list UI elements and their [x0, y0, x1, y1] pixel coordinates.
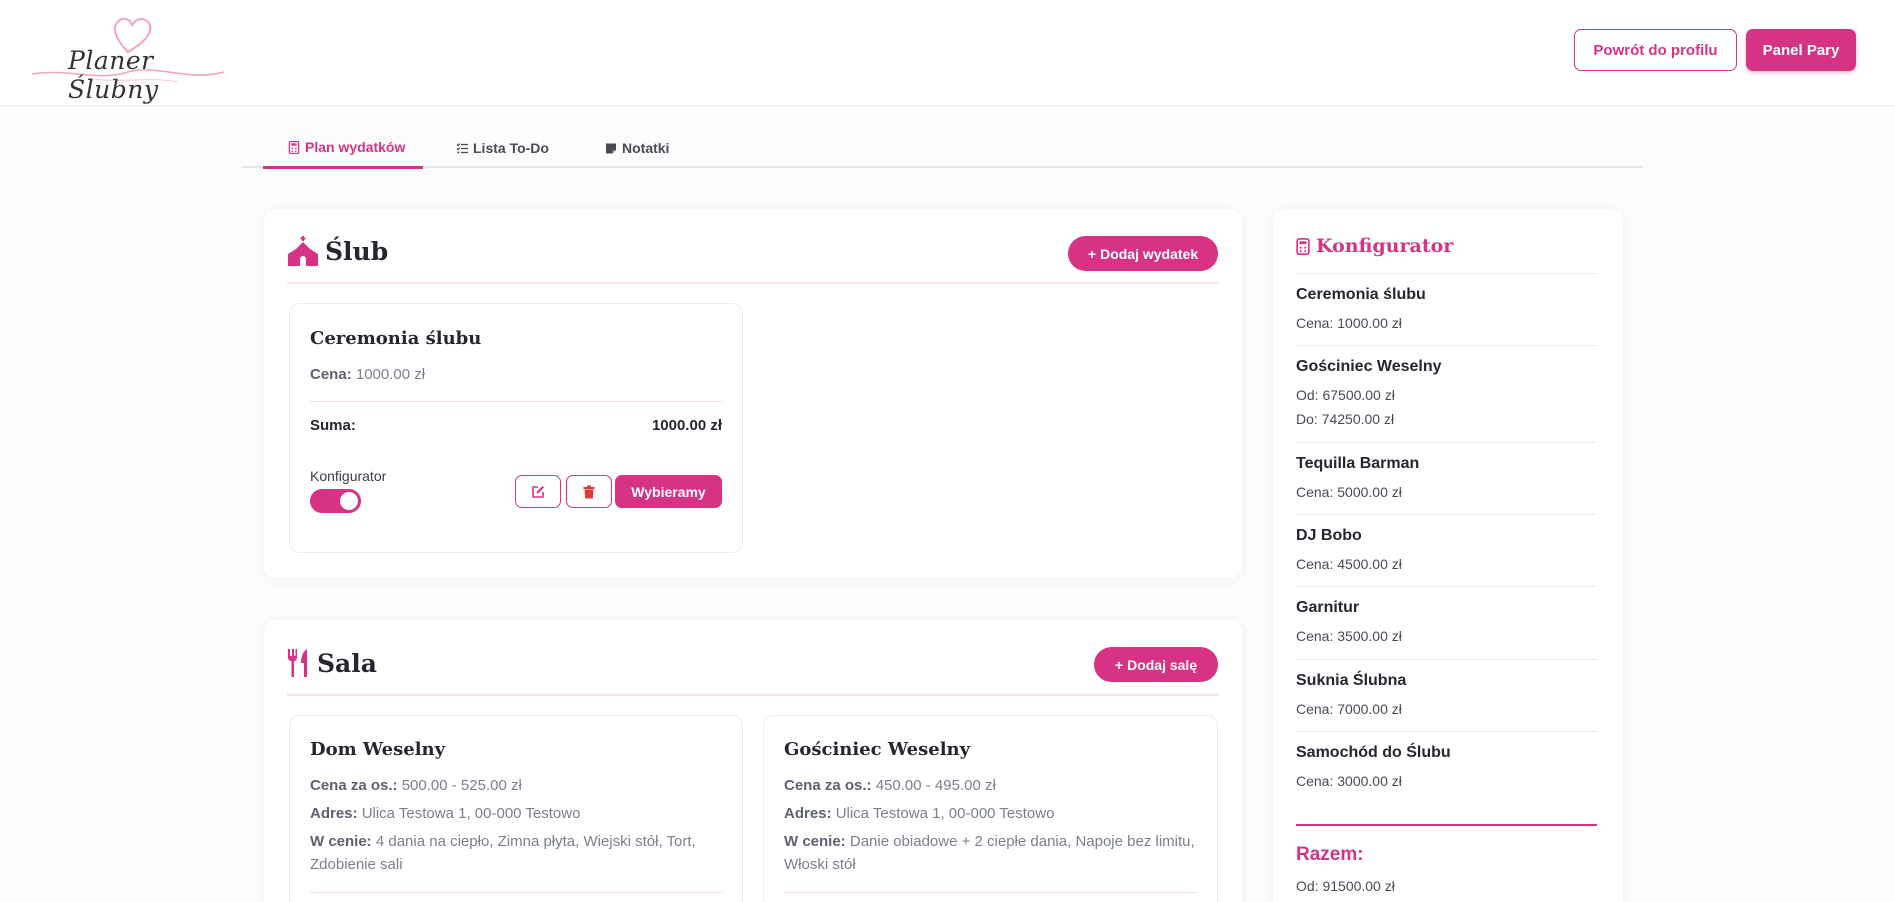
configurator-title: Konfigurator	[1296, 235, 1453, 257]
tab-notes[interactable]: Notatki	[605, 128, 669, 168]
includes-value: Danie obiadowe + 2 ciepłe dania, Napoje …	[784, 833, 1195, 873]
address-label: Adres:	[784, 805, 832, 822]
total-divider	[1296, 824, 1597, 826]
config-item-name: Ceremonia ślubu	[1296, 286, 1426, 303]
configurator-toggle-label: Konfigurator	[310, 468, 387, 484]
toggle-knob	[340, 492, 358, 510]
add-venue-label: Dodaj salę	[1127, 656, 1198, 673]
config-item-value: Cena: 1000.00 zł	[1296, 315, 1402, 331]
plus-icon: +	[1114, 656, 1124, 673]
expense-title: Ceremonia ślubu	[310, 328, 482, 349]
config-item-divider	[1296, 345, 1597, 346]
top-navbar: Planer Ślubny Powrót do profilu Panel Pa…	[0, 0, 1895, 106]
venue-price-row: Cena za os.: 500.00 - 525.00 zł	[310, 774, 522, 797]
config-item-divider	[1296, 514, 1597, 515]
price-value: 450.00 - 495.00 zł	[875, 777, 996, 794]
edit-button[interactable]	[515, 475, 561, 508]
config-item-divider	[1296, 731, 1597, 732]
logo-text: Planer Ślubny	[68, 46, 159, 104]
section-title-text: Sala	[317, 648, 377, 678]
sum-label: Suma:	[310, 417, 356, 434]
config-item-name: Gościniec Weselny	[1296, 358, 1442, 375]
address-value: Ulica Testowa 1, 00-000 Testowo	[361, 805, 581, 822]
add-expense-button[interactable]: + Dodaj wydatek	[1068, 236, 1218, 271]
price-value: 1000.00 zł	[355, 366, 426, 383]
price-label: Cena za os.:	[784, 777, 872, 794]
price-label: Cena:	[310, 366, 352, 383]
total-from-value: Od: 91500.00 zł	[1296, 878, 1395, 894]
config-item-divider	[1296, 659, 1597, 660]
venue-address-row: Adres: Ulica Testowa 1, 00-000 Testowo	[784, 802, 1054, 825]
planer-slubny-logo[interactable]: Planer Ślubny	[28, 12, 228, 104]
section-title-sala: Sala	[287, 648, 377, 678]
checklist-icon	[456, 142, 468, 153]
address-value: Ulica Testowa 1, 00-000 Testowo	[835, 805, 1055, 822]
configurator-panel: Konfigurator Ceremonia ślubu Cena: 1000.…	[1273, 209, 1623, 902]
config-item-value: Cena: 4500.00 zł	[1296, 556, 1402, 572]
config-item-value-to: Do: 74250.00 zł	[1296, 411, 1395, 427]
address-label: Adres:	[310, 805, 358, 822]
configurator-toggle[interactable]	[310, 489, 361, 513]
sum-value: 1000.00 zł	[651, 417, 722, 434]
config-item-name: Samochód do Ślubu	[1296, 744, 1451, 761]
wedding-ceremony-section: Ślub + Dodaj wydatek Ceremonia ślubu Cen…	[264, 209, 1242, 578]
venue-includes-row: W cenie: Danie obiadowe + 2 ciepłe dania…	[784, 830, 1204, 876]
tab-bar: Plan wydatków Lista To-Do Notatki	[243, 128, 1643, 169]
config-item-value: Cena: 5000.00 zł	[1296, 484, 1402, 500]
venue-title: Gościniec Weselny	[784, 739, 971, 760]
section-divider	[287, 282, 1219, 284]
price-label: Cena za os.:	[310, 777, 398, 794]
config-item-name: Garnitur	[1296, 599, 1360, 616]
add-expense-label: Dodaj wydatek	[1100, 245, 1199, 262]
couple-panel-button[interactable]: Panel Pary	[1746, 29, 1856, 71]
sticky-note-icon	[606, 143, 616, 153]
venue-price-row: Cena za os.: 450.00 - 495.00 zł	[784, 774, 996, 797]
config-item-name: DJ Bobo	[1296, 527, 1362, 544]
choose-button[interactable]: Wybieramy	[615, 475, 722, 508]
delete-button[interactable]	[566, 475, 612, 508]
section-title-slub: Ślub	[287, 236, 388, 266]
venue-card-dom-weselny: Dom Weselny Cena za os.: 500.00 - 525.00…	[289, 715, 743, 902]
expense-divider	[310, 401, 723, 402]
expense-price-row: Cena: 1000.00 zł	[310, 363, 425, 386]
venue-section: Sala + Dodaj salę Dom Weselny Cena za os…	[264, 620, 1242, 902]
config-item-value: Cena: 3500.00 zł	[1296, 628, 1402, 644]
config-item-divider	[1296, 442, 1597, 443]
config-item-name: Tequilla Barman	[1296, 455, 1420, 472]
utensils-icon	[288, 649, 307, 677]
trash-icon	[583, 485, 595, 498]
tab-todo-list[interactable]: Lista To-Do	[456, 128, 549, 168]
venue-divider	[310, 892, 723, 893]
venue-divider	[784, 892, 1197, 893]
tab-label: Plan wydatków	[305, 139, 406, 155]
back-to-profile-button[interactable]: Powrót do profilu	[1574, 29, 1737, 71]
venue-address-row: Adres: Ulica Testowa 1, 00-000 Testowo	[310, 802, 580, 825]
calculator-icon	[1296, 237, 1310, 255]
plus-icon: +	[1087, 245, 1097, 262]
calculator-icon	[288, 140, 300, 154]
tab-label: Notatki	[622, 140, 670, 156]
configurator-divider	[1296, 273, 1597, 274]
config-item-value-from: Od: 67500.00 zł	[1296, 387, 1395, 403]
tab-expense-plan[interactable]: Plan wydatków	[263, 128, 423, 169]
venue-includes-row: W cenie: 4 dania na ciepło, Zimna płyta,…	[310, 830, 730, 876]
config-item-name: Suknia Ślubna	[1296, 672, 1407, 689]
tab-label: Lista To-Do	[473, 140, 549, 156]
total-label: Razem:	[1296, 844, 1364, 865]
venue-title: Dom Weselny	[310, 739, 446, 760]
includes-label: W cenie:	[784, 833, 846, 850]
church-icon	[288, 236, 318, 266]
section-divider	[287, 694, 1219, 696]
edit-icon	[532, 485, 544, 498]
config-item-value: Cena: 7000.00 zł	[1296, 701, 1402, 717]
price-value: 500.00 - 525.00 zł	[401, 777, 522, 794]
configurator-title-text: Konfigurator	[1316, 235, 1454, 257]
section-title-text: Ślub	[325, 236, 389, 266]
add-venue-button[interactable]: + Dodaj salę	[1094, 647, 1218, 682]
includes-label: W cenie:	[310, 833, 372, 850]
config-item-divider	[1296, 586, 1597, 587]
expense-card-ceremony: Ceremonia ślubu Cena: 1000.00 zł Suma: 1…	[289, 303, 743, 553]
venue-card-gosciniec-weselny: Gościniec Weselny Cena za os.: 450.00 - …	[763, 715, 1218, 902]
config-item-value: Cena: 3000.00 zł	[1296, 773, 1402, 789]
